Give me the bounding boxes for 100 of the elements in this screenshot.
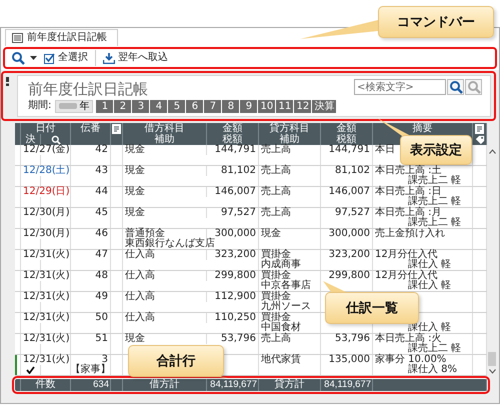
period-button[interactable]: 2 [114, 100, 132, 112]
table-cell: 300,000 [321, 229, 373, 239]
search-button[interactable] [447, 79, 464, 95]
table-cell: 売上高 [259, 187, 321, 197]
drag-handle-icon[interactable] [6, 77, 9, 86]
table-cell: 内成商事 [259, 260, 321, 270]
period-button[interactable]: 10 [258, 100, 276, 112]
table-cell: 家事分 10.00% [373, 355, 473, 365]
total-label: 借方計 [123, 379, 207, 391]
table-cell: 45 [71, 208, 111, 218]
table-cell: 売上高 [259, 166, 321, 176]
table-cell: 仕入高 [123, 313, 207, 323]
callout: コマンドバー [378, 6, 494, 38]
search-icon [466, 80, 480, 94]
period-button[interactable]: 4 [150, 100, 168, 112]
document-icon [12, 33, 23, 43]
period-button[interactable]: 決算 [312, 100, 336, 112]
table-cell: 135,000 [321, 355, 373, 365]
period-button[interactable]: 5 [168, 100, 186, 112]
table-cell: 課仕入 8% [373, 365, 473, 375]
scroll-down-icon[interactable] [488, 369, 496, 374]
table-cell: 144,791 [321, 145, 373, 155]
table-cell: 九州ソース [259, 302, 321, 312]
table-cell: 51 [71, 334, 111, 344]
table-cell: 146,007 [321, 187, 373, 197]
table-cell: 現金 [123, 166, 207, 176]
column-header: 金額 [207, 123, 259, 134]
search-icon[interactable] [50, 134, 60, 144]
table-cell: 49 [71, 292, 111, 302]
table-cell: 12/31(火) [21, 292, 71, 302]
table-cell: 97,527 [321, 208, 373, 218]
table-cell: 12/29(日) [21, 187, 71, 197]
toolbar-button[interactable]: 全選択 [42, 52, 90, 64]
table-cell: 144,791 [207, 145, 259, 155]
table-cell: 仕入高 [123, 250, 207, 260]
total-value: 84,119,677 [207, 379, 259, 391]
table-cell: 課売上二 軽 [373, 218, 473, 228]
table-cell: 課仕入 軽 [373, 260, 473, 270]
table-cell: 12/31(火) [21, 313, 71, 323]
search-icon [448, 80, 462, 94]
total-value: 84,119,677 [321, 379, 373, 391]
table-cell: 買掛金 [259, 313, 321, 323]
table-cell: 48 [71, 271, 111, 281]
period-button[interactable]: 9 [240, 100, 258, 112]
period-button[interactable]: 12 [294, 100, 312, 112]
table-cell: 323,200 [321, 250, 373, 260]
table-cell: 81,102 [321, 166, 373, 176]
column-header: 借方科目 [123, 123, 207, 134]
check-icon[interactable] [26, 366, 35, 374]
table-cell: 110,250 [207, 313, 259, 323]
table-cell: 地代家賃 [259, 355, 321, 365]
column-header: 決 [21, 134, 41, 145]
tab[interactable]: 前年度仕訳日記帳 [5, 29, 118, 46]
table-cell: 43 [71, 166, 111, 176]
table-cell: 12/30(月) [21, 208, 71, 218]
period-button[interactable]: 11 [276, 100, 294, 112]
scrollbar-thumb[interactable] [488, 352, 496, 366]
scroll-up-icon[interactable] [488, 149, 496, 154]
table-cell: 本日売上高 :火 [373, 334, 473, 344]
table-cell: 本日売上高 :日 [373, 187, 473, 197]
period-button[interactable]: 6 [186, 100, 204, 112]
column-header: 補助 [123, 134, 207, 145]
period-button[interactable]: 1 [96, 100, 114, 112]
table-cell: 課仕入 軽 [373, 281, 473, 291]
table-cell: 12/28(土) [21, 166, 71, 176]
table-cell: 課売上二 軽 [373, 176, 473, 186]
table-cell: 現金 [123, 187, 207, 197]
column-header: 税額 [207, 134, 259, 145]
table-cell: 323,200 [207, 250, 259, 260]
period-button[interactable]: 7 [204, 100, 222, 112]
callout: 合計行 [128, 345, 224, 377]
column-header: 金額 [321, 123, 373, 134]
table-cell: 現金 [123, 145, 207, 155]
period-button[interactable]: 3 [132, 100, 150, 112]
period-button[interactable]: 8 [222, 100, 240, 112]
table-cell: 仕入高 [123, 271, 207, 281]
table-cell: 42 [71, 145, 111, 155]
table-cell: 課売上二 軽 [373, 344, 473, 354]
table-cell: 現金 [123, 208, 207, 218]
table-cell: 買掛金 [259, 250, 321, 260]
column-header: 貸方科目 [259, 123, 321, 134]
year-button[interactable]: 年 [55, 100, 94, 112]
page-title: 前年度仕訳日記帳 [28, 80, 148, 98]
column-header: 伝番 [71, 123, 111, 134]
table-cell: 12月分仕入代 [373, 250, 473, 260]
search-icon[interactable] [11, 51, 25, 65]
table-cell: 12/31(火) [21, 334, 71, 344]
table-cell: 50 [71, 313, 111, 323]
table-cell: 東西銀行なんば支店 [123, 239, 259, 249]
search-field[interactable]: <検索文字> [354, 79, 446, 95]
table-cell: 12/31(火) [21, 355, 71, 365]
period-label: 期間: [28, 100, 52, 112]
table-cell: 仕入高 [123, 292, 207, 302]
table-cell: 53,796 [207, 334, 259, 344]
callout-tail [323, 281, 348, 292]
column-header: 税額 [321, 134, 373, 145]
toolbar-button[interactable]: 翌年へ取込 [101, 52, 170, 64]
table-cell: 299,800 [207, 271, 259, 281]
caret-icon[interactable] [30, 56, 37, 60]
table-cell: 買掛金 [259, 292, 321, 302]
